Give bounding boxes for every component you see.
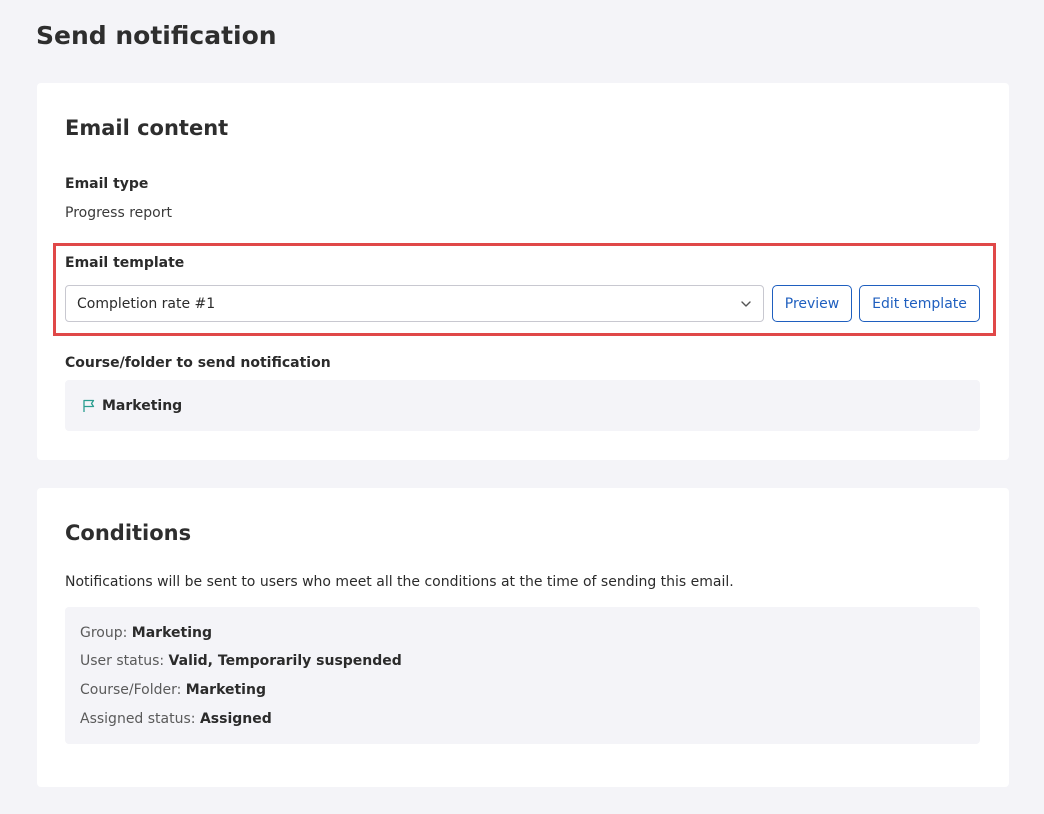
- condition-row-assigned-status: Assigned status: Assigned: [80, 710, 272, 728]
- condition-row-group: Group: Marketing: [80, 624, 212, 642]
- flag-icon: [83, 399, 95, 412]
- condition-value: Marketing: [131, 625, 212, 641]
- conditions-panel: Group: Marketing User status: Valid, Tem…: [65, 607, 980, 744]
- conditions-card: Conditions Notifications will be sent to…: [37, 488, 1009, 787]
- email-type-label: Email type: [65, 176, 149, 192]
- preview-button[interactable]: Preview: [772, 285, 852, 322]
- course-folder-name: Marketing: [102, 398, 183, 414]
- course-folder-panel: Marketing: [65, 380, 980, 431]
- condition-key: Assigned status:: [80, 711, 200, 727]
- condition-value: Assigned: [199, 711, 272, 727]
- email-template-selected-value: Completion rate #1: [77, 296, 216, 312]
- condition-row-course-folder: Course/Folder: Marketing: [80, 681, 266, 699]
- condition-value: Valid, Temporarily suspended: [168, 653, 402, 669]
- edit-template-button[interactable]: Edit template: [859, 285, 980, 322]
- condition-row-user-status: User status: Valid, Temporarily suspende…: [80, 652, 402, 670]
- condition-key: Group:: [80, 625, 132, 641]
- email-template-select[interactable]: Completion rate #1: [65, 285, 764, 322]
- condition-key: User status:: [80, 653, 169, 669]
- chevron-down-icon: [741, 301, 751, 307]
- condition-key: Course/Folder:: [80, 682, 186, 698]
- condition-value: Marketing: [185, 682, 266, 698]
- page-title: Send notification: [36, 21, 277, 50]
- email-content-title: Email content: [65, 116, 229, 140]
- email-content-card: Email content Email type Progress report…: [37, 83, 1009, 460]
- conditions-description: Notifications will be sent to users who …: [65, 574, 734, 590]
- course-folder-label: Course/folder to send notification: [65, 355, 331, 371]
- email-template-label: Email template: [65, 255, 185, 271]
- email-type-value: Progress report: [65, 205, 172, 221]
- conditions-title: Conditions: [65, 521, 192, 545]
